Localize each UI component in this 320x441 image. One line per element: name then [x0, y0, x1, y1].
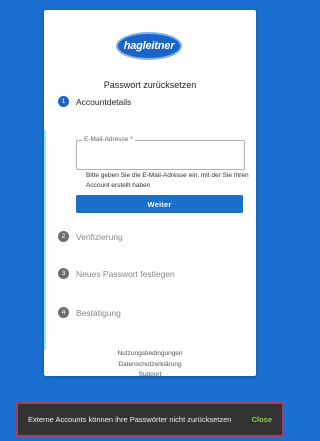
- step-4-label: Bestätigung: [76, 307, 121, 318]
- step-3-number: 3: [58, 268, 69, 279]
- step-neues-passwort: 3 Neues Passwort festlegen: [58, 268, 175, 279]
- card-accent-bar: [44, 130, 46, 350]
- step-1-label: Accountdetails: [76, 96, 132, 107]
- step-3-label: Neues Passwort festlegen: [76, 268, 175, 279]
- link-support[interactable]: Support: [44, 370, 256, 381]
- step-1-number: 1: [58, 96, 69, 107]
- email-hint: Bitte geben Sie die E-Mail-Adresse ein, …: [86, 172, 249, 189]
- snackbar-close-button[interactable]: Close: [252, 415, 272, 424]
- continue-button[interactable]: Weiter: [76, 195, 243, 213]
- step-2-label: Verifizierung: [76, 231, 123, 242]
- reset-card: hagleitner Passwort zurücksetzen 1 Accou…: [44, 10, 256, 378]
- step-bestaetigung: 4 Bestätigung: [58, 307, 121, 318]
- step-verifizierung: 2 Verifizierung: [58, 231, 123, 242]
- logo-text: hagleitner: [123, 40, 175, 52]
- step-2-number: 2: [58, 231, 69, 242]
- email-field[interactable]: [76, 140, 245, 170]
- snackbar-message: Externe Accounts können ihre Passwörter …: [28, 415, 232, 424]
- step-accountdetails: 1 Accountdetails: [58, 96, 131, 107]
- page-title: Passwort zurücksetzen: [103, 80, 197, 90]
- link-datenschutzerklaerung[interactable]: Datenschutzerklärung: [44, 360, 256, 371]
- step-4-number: 4: [58, 307, 69, 318]
- link-nutzungsbedingungen[interactable]: Nutzungsbedingungen: [44, 349, 256, 360]
- footer-links: Nutzungsbedingungen Datenschutzerklärung…: [44, 349, 256, 381]
- email-field-label: E-Mail-Adresse *: [82, 136, 135, 143]
- error-snackbar: Externe Accounts können ihre Passwörter …: [16, 402, 284, 437]
- hagleitner-logo: hagleitner: [116, 32, 182, 60]
